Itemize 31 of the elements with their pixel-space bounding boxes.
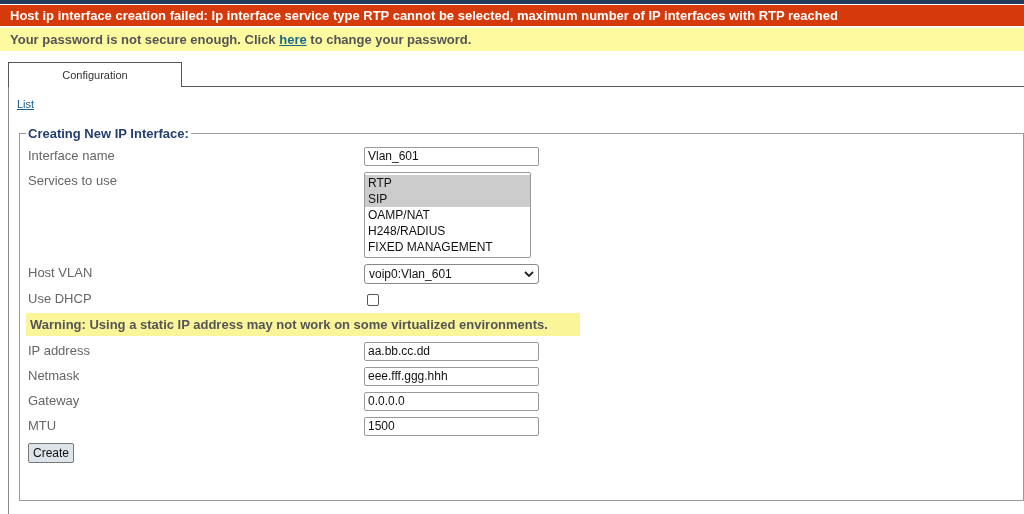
field-label: Use DHCP — [28, 290, 93, 306]
text-field[interactable]: aa.bb.cc.dd — [364, 342, 539, 361]
form-legend: Creating New IP Interface: — [26, 126, 191, 141]
field-label: Interface name — [28, 147, 116, 163]
list-option[interactable]: H248/RADIUS — [365, 223, 530, 239]
list-link[interactable]: List — [17, 98, 35, 110]
list-option[interactable]: OAMP/NAT — [365, 207, 530, 223]
error-banner: Host ip interface creation failed: Ip interface service type RTP cannot be selected, maximum number of IP interfaces with RTP reached — [0, 5, 1024, 26]
services-listbox[interactable]: RTP SIP OAMP/NAT H248/RADIUS FIXED MANAGEMENT — [364, 172, 531, 258]
text-field[interactable]: eee.fff.ggg.hhh — [364, 367, 539, 386]
field-label: Host VLAN — [28, 264, 94, 280]
field-label: IP address — [28, 342, 91, 358]
warning-message: Warning: Using a static IP address may not work on some virtualized environments. — [26, 313, 580, 336]
text-field[interactable]: Vlan_601 — [364, 147, 539, 166]
text-field[interactable]: 1500 — [364, 417, 539, 436]
field-label: Gateway — [28, 392, 81, 408]
checkbox[interactable] — [367, 294, 379, 306]
password-notice: Your password is not secure enough. Click here to change your password. — [0, 28, 1024, 51]
field-label: MTU — [28, 417, 58, 433]
chevron-down-icon — [524, 271, 534, 277]
field-label: Netmask — [28, 367, 81, 383]
field-label: Services to use — [28, 172, 118, 188]
create-button[interactable]: Create — [28, 443, 75, 463]
dropdown[interactable]: voip0:Vlan_601 — [364, 264, 539, 284]
tab[interactable]: Configuration — [8, 62, 182, 87]
text-field[interactable]: 0.0.0.0 — [364, 392, 539, 411]
list-option[interactable]: FIXED MANAGEMENT — [365, 239, 530, 255]
change-password-link[interactable]: here — [279, 32, 307, 47]
list-option[interactable]: SIP — [365, 191, 530, 207]
dropdown-value: voip0:Vlan_601 — [369, 267, 452, 281]
list-option[interactable]: RTP — [365, 175, 530, 191]
